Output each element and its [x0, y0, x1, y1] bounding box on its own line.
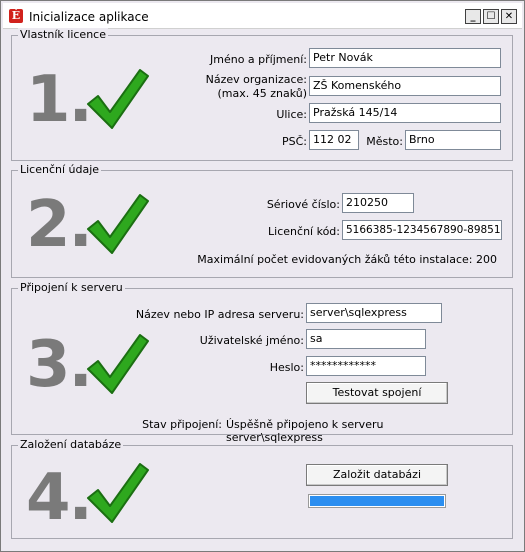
step-number: 2.: [26, 188, 93, 262]
close-icon[interactable]: ✕: [501, 9, 517, 24]
password-label: Heslo:: [269, 361, 304, 374]
window-title: Inicializace aplikace: [29, 10, 149, 24]
group-license-data: Licenční údaje 2. Sériové číslo: 210250 …: [11, 163, 513, 278]
check-icon: [87, 69, 149, 129]
step-number: 3.: [26, 328, 93, 402]
group-server: Připojení k serveru 3. Název nebo IP adr…: [11, 281, 513, 444]
group-title: Vlastník licence: [18, 28, 108, 41]
server-field[interactable]: server\sqlexpress: [306, 303, 442, 323]
group-title: Licenční údaje: [18, 163, 102, 176]
check-icon: [87, 463, 149, 523]
group-title: Připojení k serveru: [18, 281, 125, 294]
title-bar: É Inicializace aplikace _ ☐ ✕: [3, 3, 522, 29]
test-connection-button[interactable]: Testovat spojení: [306, 382, 448, 404]
user-field[interactable]: sa: [306, 329, 426, 349]
check-icon: [87, 334, 149, 394]
code-label: Licenční kód:: [268, 225, 340, 238]
maximize-icon[interactable]: ☐: [483, 9, 499, 24]
name-label: Jméno a příjmení:: [210, 53, 307, 66]
app-icon: É: [9, 9, 23, 23]
org-hint-label: (max. 45 znaků): [217, 87, 307, 100]
max-students-text: Maximální počet evidovaných žáků této in…: [197, 253, 497, 266]
group-title: Založení databáze: [18, 438, 124, 451]
minimize-icon[interactable]: _: [465, 9, 481, 24]
org-field[interactable]: ZŠ Komenského: [309, 76, 501, 96]
city-field[interactable]: Brno: [405, 130, 501, 150]
check-icon: [87, 194, 149, 254]
zip-label: PSČ:: [281, 135, 307, 148]
progress-bar: [308, 494, 446, 508]
progress-fill: [310, 496, 444, 506]
org-label: Název organizace:: [205, 73, 307, 86]
step-number: 1.: [26, 63, 93, 137]
street-field[interactable]: Pražská 145/14: [309, 103, 501, 123]
status-label: Stav připojení:: [142, 418, 222, 431]
create-database-button[interactable]: Založit databázi: [306, 464, 448, 486]
password-field[interactable]: ************: [306, 356, 426, 376]
code-field[interactable]: 5166385-1234567890-8985102: [342, 220, 502, 240]
zip-field[interactable]: 112 02: [309, 130, 359, 150]
app-window: É Inicializace aplikace _ ☐ ✕ Vlastník l…: [0, 0, 525, 552]
street-label: Ulice:: [276, 108, 307, 121]
serial-field[interactable]: 210250: [342, 193, 414, 213]
group-database: Založení databáze 4. Založit databázi: [11, 438, 513, 539]
status-value: Úspěšně připojeno k serveru server\sqlex…: [226, 418, 384, 444]
server-label: Název nebo IP adresa serveru:: [135, 308, 304, 321]
group-license-owner: Vlastník licence 1. Jméno a příjmení: Pe…: [11, 28, 513, 161]
step-number: 4.: [26, 461, 93, 535]
name-field[interactable]: Petr Novák: [309, 48, 501, 68]
city-label: Město:: [366, 135, 403, 148]
serial-label: Sériové číslo:: [266, 198, 340, 211]
user-label: Uživatelské jméno:: [199, 334, 304, 347]
